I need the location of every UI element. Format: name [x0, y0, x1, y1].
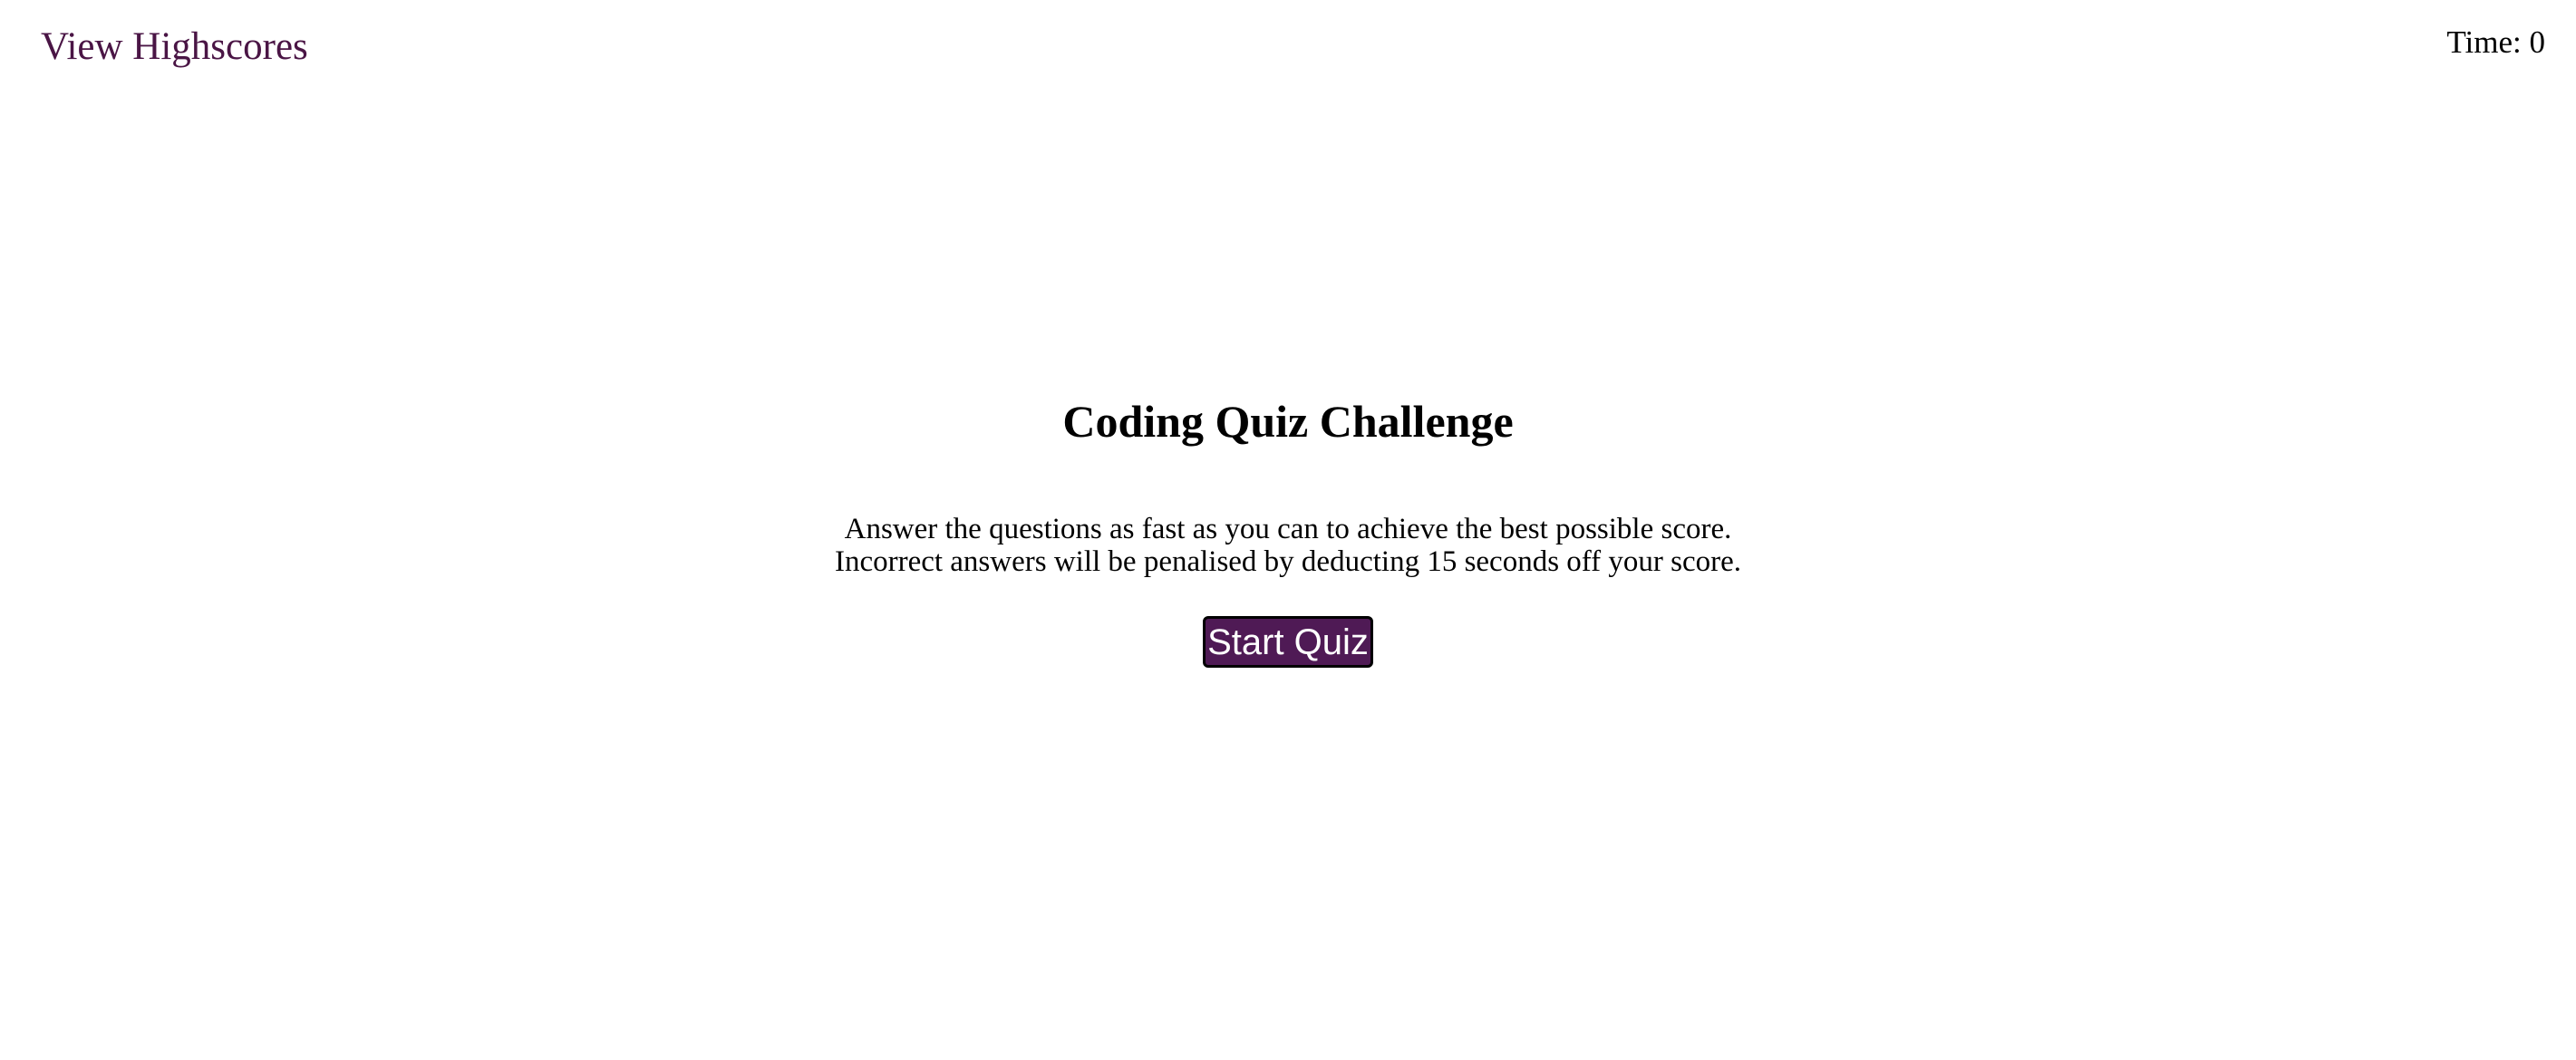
- page-title: Coding Quiz Challenge: [1062, 396, 1514, 447]
- description-line-1: Answer the questions as fast as you can …: [844, 513, 1732, 545]
- start-screen: Coding Quiz Challenge Answer the questio…: [0, 390, 2576, 668]
- start-quiz-button[interactable]: Start Quiz: [1203, 616, 1373, 668]
- description-line-2: Incorrect answers will be penalised by d…: [834, 545, 1742, 578]
- page: View Highscores Time: 0 Coding Quiz Chal…: [0, 0, 2576, 1060]
- view-highscores-link[interactable]: View Highscores: [41, 24, 308, 71]
- timer-display: Time: 0: [2446, 24, 2545, 60]
- quiz-description: Answer the questions as fast as you can …: [0, 513, 2576, 578]
